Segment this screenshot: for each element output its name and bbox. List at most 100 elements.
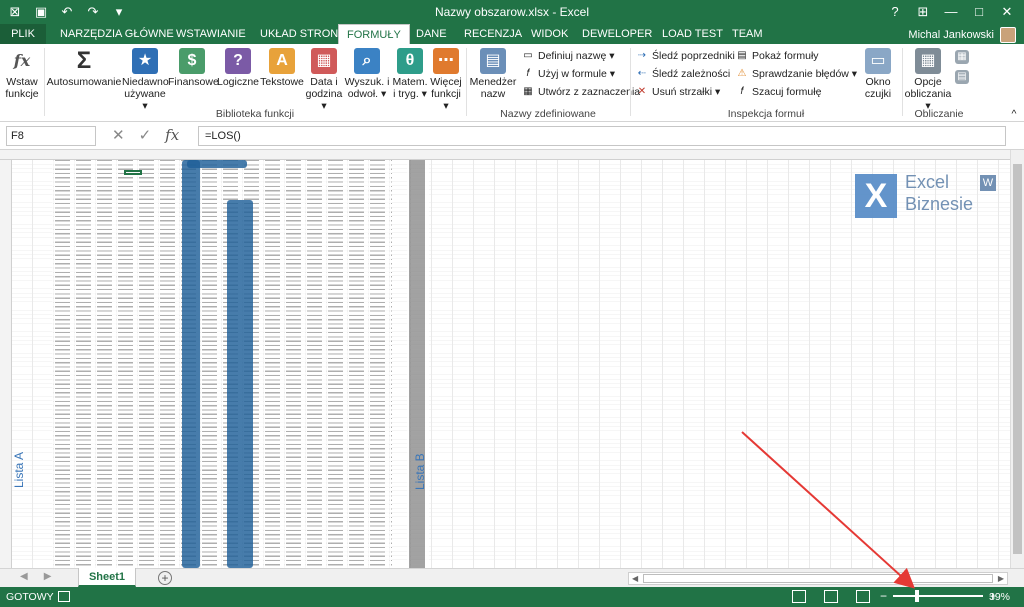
zoom-track[interactable] [893, 590, 984, 602]
tab-view[interactable]: WIDOK [523, 24, 576, 44]
autosum-button[interactable]: Σ Autosumowanie [46, 47, 122, 89]
group-separator [630, 48, 631, 116]
sheet-tab-sheet1[interactable]: Sheet1 [78, 568, 136, 587]
evaluate-formula-icon: 𝑓 [740, 86, 744, 97]
logical-button[interactable]: ? Logiczne [216, 48, 260, 88]
zoom-slider[interactable]: − + [880, 589, 996, 603]
window-title: Nazwy obszarow.xlsx - Excel [434, 5, 590, 19]
group-label-names: Nazwy zdefiniowane [500, 108, 596, 120]
ribbon-tabs: PLIK NARZĘDZIA GŁÓWNE WSTAWIANIE UKŁAD S… [0, 24, 1024, 45]
fx-icon: fx [13, 51, 31, 70]
create-from-selection-button[interactable]: ▦ Utwórz z zaznaczenia [522, 86, 640, 98]
enter-icon[interactable]: ✓ [139, 126, 152, 144]
restore-button[interactable]: □ [966, 2, 992, 22]
tab-home[interactable]: NARZĘDZIA GŁÓWNE [52, 24, 182, 44]
cell-area[interactable] [12, 160, 1010, 568]
data-range-b[interactable] [407, 160, 429, 568]
user-account[interactable]: Michal Jankowski [908, 27, 1016, 43]
tab-insert[interactable]: WSTAWIANIE [168, 24, 254, 44]
datetime-button[interactable]: ▦ Data i godzina ▾ [304, 48, 344, 112]
excel-window: ⊠ ▣ ↶ ↷ ▾ Nazwy obszarow.xlsx - Excel ? … [0, 0, 1024, 607]
text-button[interactable]: A Tekstowe [260, 48, 304, 88]
ribbon-display-icon[interactable]: ⊞ [910, 2, 936, 22]
avatar [1000, 27, 1016, 43]
minimize-button[interactable]: — [938, 2, 964, 22]
remove-arrows-button[interactable]: ✕ Usuń strzałki ▾ [636, 86, 721, 98]
horizontal-scroll-thumb[interactable] [643, 574, 993, 583]
more-functions-button[interactable]: ⋯ Więcej funkcji ▾ [428, 48, 464, 112]
tab-data[interactable]: DANE [408, 24, 455, 44]
formula-input[interactable]: =LOS() [198, 126, 1006, 146]
next-sheet-icon[interactable]: ▶ [44, 571, 52, 582]
name-box[interactable]: F8 [6, 126, 96, 146]
insert-function-button[interactable]: fx Wstaw funkcje [2, 48, 42, 100]
logo-line-2: Biznesie [905, 194, 974, 214]
macro-record-icon[interactable] [58, 591, 70, 602]
data-range-a[interactable] [52, 160, 392, 568]
trace-precedents-button[interactable]: ⇢ Śledź poprzedniki [636, 50, 735, 62]
define-name-button[interactable]: ▭ Definiuj nazwę ▾ [522, 50, 614, 62]
tab-load-test[interactable]: LOAD TEST [654, 24, 731, 44]
cancel-icon[interactable]: ✕ [112, 126, 125, 144]
error-checking-icon: ⚠ [737, 68, 747, 79]
help-button[interactable]: ? [882, 2, 908, 22]
lookup-button[interactable]: ⌕ Wyszuk. i odwoł. ▾ [344, 48, 390, 100]
group-separator [44, 48, 45, 116]
column-headers[interactable] [0, 150, 1010, 160]
collapse-ribbon-icon[interactable]: ^ [1008, 108, 1020, 120]
star-icon: ★ [132, 48, 158, 74]
recently-used-button[interactable]: ★ Niedawno używane ▾ [122, 48, 169, 112]
formula-bar-buttons: ✕ ✓ fx [112, 126, 179, 144]
tab-formulas[interactable]: FORMUŁY [338, 24, 410, 45]
tab-team[interactable]: TEAM [724, 24, 771, 44]
name-manager-button[interactable]: ▤ Menedżer nazw [468, 48, 518, 100]
math-trig-button[interactable]: θ Matem. i tryg. ▾ [390, 48, 430, 100]
view-buttons [792, 590, 870, 603]
scroll-right-icon[interactable]: ▶ [998, 573, 1004, 584]
tab-review[interactable]: RECENZJA [456, 24, 530, 44]
tab-developer[interactable]: DEWELOPER [574, 24, 660, 44]
scroll-left-icon[interactable]: ◀ [632, 573, 638, 584]
page-layout-view-icon[interactable] [824, 590, 838, 603]
theta-icon: θ [397, 48, 423, 74]
group-label-library: Biblioteka funkcji [215, 108, 295, 120]
lookup-icon: ⌕ [354, 48, 380, 74]
text-icon: A [269, 48, 295, 74]
normal-view-icon[interactable] [792, 590, 806, 603]
zoom-knob[interactable] [915, 590, 920, 602]
remove-arrows-icon: ✕ [637, 86, 647, 97]
sheet-tab-bar: ◀ ▶ Sheet1 + ◀ ▶ [0, 568, 1024, 587]
show-formulas-icon: ▤ [737, 50, 747, 61]
zoom-out-button[interactable]: − [880, 589, 887, 603]
sheet-nav: ◀ ▶ [20, 571, 51, 582]
horizontal-scrollbar[interactable]: ◀ ▶ [628, 572, 1008, 585]
calendar-icon: ▦ [311, 48, 337, 74]
error-checking-button[interactable]: ⚠ Sprawdzanie błędów ▾ [736, 68, 858, 80]
prev-sheet-icon[interactable]: ◀ [20, 571, 28, 582]
add-sheet-button[interactable]: + [158, 571, 172, 585]
watch-window-button[interactable]: ▭ Okno czujki [858, 48, 898, 100]
active-cell[interactable] [124, 170, 142, 175]
row-headers[interactable] [0, 160, 12, 568]
formula-bar: F8 ✕ ✓ fx =LOS() [0, 122, 1024, 150]
zoom-level[interactable]: 39% [989, 591, 1010, 603]
insert-function-icon[interactable]: fx [165, 126, 179, 144]
page-break-view-icon[interactable] [856, 590, 870, 603]
vertical-scrollbar[interactable] [1010, 150, 1024, 568]
tag-icon: ▭ [523, 50, 533, 61]
calculation-options-button[interactable]: ▦ Opcje obliczania ▾ [904, 48, 952, 112]
calculate-sheet-button[interactable]: ▤ [954, 70, 970, 86]
calculate-now-icon: ▦ [955, 50, 969, 64]
trace-dependents-icon: ⇠ [637, 68, 647, 79]
close-button[interactable]: ✕ [994, 2, 1020, 22]
evaluate-formula-button[interactable]: 𝑓 Szacuj formułę [736, 86, 821, 98]
calculate-now-button[interactable]: ▦ [954, 50, 970, 66]
trace-dependents-button[interactable]: ⇠ Śledź zależności [636, 68, 730, 80]
sigma-icon: Σ [76, 47, 92, 74]
show-formulas-button[interactable]: ▤ Pokaż formuły [736, 50, 818, 62]
group-separator [466, 48, 467, 116]
use-in-formula-button[interactable]: 𝑓 Użyj w formule ▾ [522, 68, 615, 80]
tab-file[interactable]: PLIK [0, 24, 46, 44]
vertical-scroll-thumb[interactable] [1013, 164, 1022, 554]
financial-button[interactable]: $ Finansowe [168, 48, 219, 88]
